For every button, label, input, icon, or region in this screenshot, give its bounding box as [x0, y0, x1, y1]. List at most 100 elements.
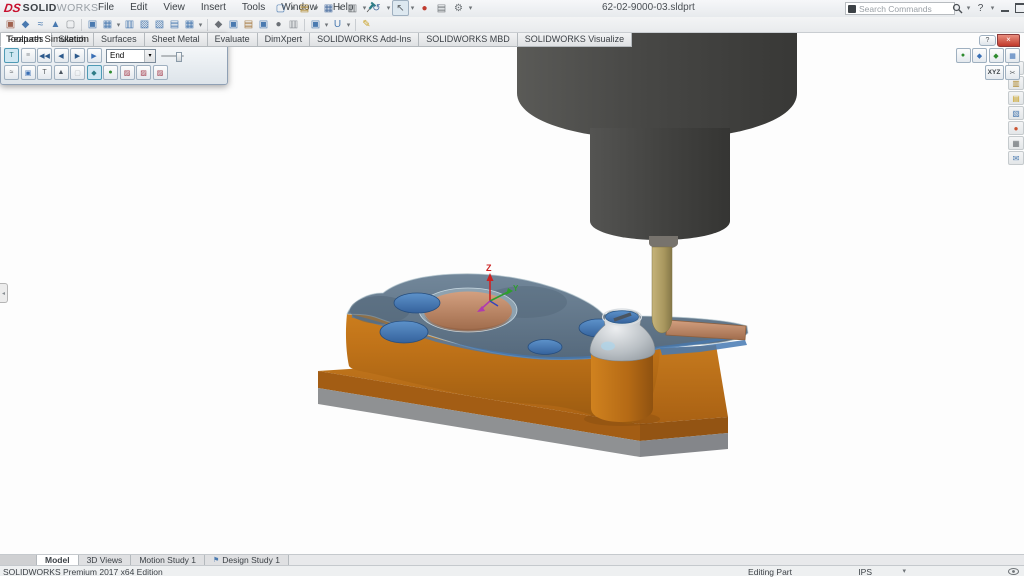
file-properties-button[interactable]: ▤: [433, 0, 450, 16]
cam-toolbar-icon-zoom[interactable]: ●: [271, 18, 286, 32]
select-dropdown-icon[interactable]: ▾: [409, 4, 416, 12]
section-z-button[interactable]: ▨: [153, 65, 168, 80]
cam-toolbar-icon-feature[interactable]: ▲: [48, 18, 63, 32]
print-button[interactable]: ▥: [344, 0, 361, 16]
gouge-check-button[interactable]: ●: [103, 65, 118, 80]
undo-button[interactable]: ↺: [368, 0, 385, 16]
cam-toolbar-icon-material[interactable]: ▤: [241, 18, 256, 32]
simulation-mode-select[interactable]: End ▾: [106, 49, 156, 63]
select-button[interactable]: ↖: [392, 0, 409, 16]
tab-model[interactable]: Model: [37, 555, 79, 565]
mode-dropdown-icon[interactable]: ▾: [144, 50, 155, 62]
help-button[interactable]: ?: [974, 1, 987, 15]
cam-toolbar-icon-curve[interactable]: U: [330, 18, 345, 32]
tab-motion-study-1[interactable]: Motion Study 1: [131, 555, 205, 565]
graphics-area[interactable]: Z Y Features Sketch Surfaces Sheet Metal…: [0, 33, 1024, 554]
tool-display-button[interactable]: T: [4, 48, 19, 63]
save-stock-button[interactable]: ▦: [1005, 48, 1020, 63]
cam-toolbar-icon-wireframe[interactable]: ▧: [152, 18, 167, 32]
show-stock-button[interactable]: ▣: [21, 65, 36, 80]
pattern-dropdown-icon[interactable]: ▾: [197, 21, 204, 29]
units-dropdown-icon[interactable]: ▾: [902, 567, 906, 575]
menu-view[interactable]: View: [155, 0, 193, 16]
help-dropdown-icon[interactable]: ▾: [989, 4, 996, 12]
cam-toolbar-icon-measure[interactable]: ✎: [359, 18, 374, 32]
step-forward-button[interactable]: ▶: [70, 48, 85, 63]
tab-design-study-1[interactable]: ⚑ Design Study 1: [205, 555, 289, 565]
print-dropdown-icon[interactable]: ▾: [361, 4, 368, 12]
cam-toolbar-icon-shaded[interactable]: ▤: [167, 18, 182, 32]
show-fixtures-button[interactable]: ▲: [54, 65, 69, 80]
cam-toolbar-icon-hide-show[interactable]: ▥: [122, 18, 137, 32]
curve-dropdown-icon[interactable]: ▾: [345, 21, 352, 29]
featuremanager-collapsed-handle[interactable]: ◂: [0, 283, 8, 303]
search-dropdown-icon[interactable]: ▾: [965, 4, 972, 12]
rebuild-button[interactable]: ●: [416, 0, 433, 16]
undo-dropdown-icon[interactable]: ▾: [385, 4, 392, 12]
stop-at-collision-button[interactable]: ◆: [87, 65, 102, 80]
cam-toolbar-icon-display-style[interactable]: ▦: [100, 18, 115, 32]
new-button[interactable]: ▢: [272, 0, 289, 16]
section-x-button[interactable]: ▨: [120, 65, 135, 80]
step-back-button[interactable]: ◀: [54, 48, 69, 63]
cam-toolbar-icon-stock[interactable]: ▣: [226, 18, 241, 32]
menu-file[interactable]: File: [90, 0, 122, 16]
machining-simulation-scene[interactable]: Z Y: [0, 33, 1024, 554]
cam-toolbar-icon-boss[interactable]: ◆: [18, 18, 33, 32]
options-button[interactable]: ⚙: [450, 0, 467, 16]
turbo-mode-button[interactable]: ●: [956, 48, 971, 63]
dialog-close-button[interactable]: ×: [997, 34, 1020, 47]
cam-toolbar-icon-part[interactable]: ▣: [3, 18, 18, 32]
tab-sheet-metal[interactable]: Sheet Metal: [145, 33, 208, 47]
remove-section-button[interactable]: ✂: [1005, 65, 1020, 80]
go-to-start-button[interactable]: ◀◀: [37, 48, 52, 63]
display-style-dropdown-icon[interactable]: ▾: [115, 21, 122, 29]
menu-edit[interactable]: Edit: [122, 0, 155, 16]
tab-scroll-control[interactable]: [0, 555, 37, 565]
appearances-icon[interactable]: ●: [1008, 121, 1024, 135]
file-explorer-icon[interactable]: ▤: [1008, 91, 1024, 105]
tab-3d-views[interactable]: 3D Views: [79, 555, 132, 565]
save-dropdown-icon[interactable]: ▾: [337, 4, 344, 12]
xyz-section-button[interactable]: XYZ: [985, 65, 1004, 80]
show-tool-holder-button[interactable]: T: [37, 65, 52, 80]
search-commands-input[interactable]: Search Commands: [845, 2, 955, 15]
cam-toolbar-icon-pattern[interactable]: ▦: [182, 18, 197, 32]
compare-stock-button[interactable]: ◆: [989, 48, 1004, 63]
options-dropdown-icon[interactable]: ▾: [467, 4, 474, 12]
menu-insert[interactable]: Insert: [193, 0, 234, 16]
save-button[interactable]: ▦: [320, 0, 337, 16]
dialog-title[interactable]: Toolpath Simulation: [6, 34, 89, 45]
open-button[interactable]: ▤: [296, 0, 313, 16]
tab-dimxpert[interactable]: DimXpert: [258, 33, 311, 47]
cam-toolbar-icon-orientation[interactable]: ▣: [308, 18, 323, 32]
view-palette-icon[interactable]: ▧: [1008, 106, 1024, 120]
search-icon[interactable]: [952, 3, 963, 14]
custom-properties-icon[interactable]: ▦: [1008, 136, 1024, 150]
search-scope-icon[interactable]: [848, 5, 856, 13]
cam-toolbar-icon-clip[interactable]: ▥: [286, 18, 301, 32]
cam-toolbar-icon-mirror[interactable]: ◆: [211, 18, 226, 32]
restore-button[interactable]: [1013, 1, 1024, 15]
minimize-button[interactable]: [998, 1, 1011, 15]
section-y-button[interactable]: ▨: [136, 65, 151, 80]
new-dropdown-icon[interactable]: ▾: [289, 4, 296, 12]
simulation-speed-slider[interactable]: [161, 50, 184, 62]
tab-solidworks-visualize[interactable]: SOLIDWORKS Visualize: [518, 33, 632, 47]
tab-solidworks-mbd[interactable]: SOLIDWORKS MBD: [419, 33, 518, 47]
cam-toolbar-icon-view[interactable]: ▣: [85, 18, 100, 32]
menu-tools[interactable]: Tools: [234, 0, 273, 16]
play-button[interactable]: ▶: [87, 48, 102, 63]
machine-simulation-button[interactable]: ▢: [70, 65, 85, 80]
tab-surfaces[interactable]: Surfaces: [94, 33, 145, 47]
tags-visibility-icon[interactable]: [1008, 567, 1019, 576]
machine-display-button[interactable]: ≡: [21, 48, 36, 63]
cam-toolbar-icon-machine[interactable]: ▣: [256, 18, 271, 32]
tab-solidworks-add-ins[interactable]: SOLIDWORKS Add-Ins: [310, 33, 419, 47]
dialog-help-button[interactable]: ?: [979, 35, 996, 46]
orientation-dropdown-icon[interactable]: ▾: [323, 21, 330, 29]
tab-evaluate[interactable]: Evaluate: [208, 33, 258, 47]
open-dropdown-icon[interactable]: ▾: [313, 4, 320, 12]
cam-toolbar-icon-box[interactable]: ▢: [63, 18, 78, 32]
show-target-part-button[interactable]: ◆: [972, 48, 987, 63]
